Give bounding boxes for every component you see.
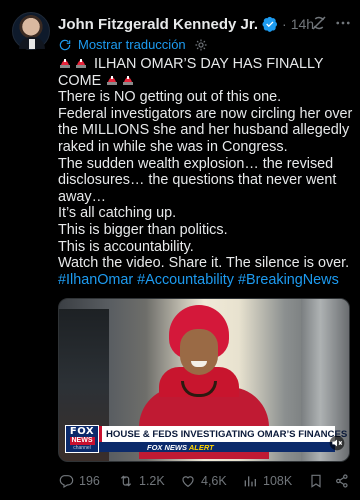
- post-header: John Fitzgerald Kennedy Jr. · 14h: [58, 14, 350, 34]
- post-text: ILHAN OMAR’S DAY HAS FINALLY COME There …: [58, 56, 353, 289]
- reply-button[interactable]: 196: [58, 473, 100, 489]
- alert-text: FOX NEWS ALERT: [147, 443, 214, 452]
- avatar[interactable]: [12, 12, 50, 50]
- subject-face: [180, 329, 218, 375]
- body-line: away…: [58, 188, 106, 205]
- post[interactable]: John Fitzgerald Kennedy Jr. · 14h Mostra…: [0, 0, 360, 500]
- body-line: Watch the video. Share it. The silence i…: [58, 255, 350, 272]
- translate-row[interactable]: Mostrar traducción: [58, 37, 208, 52]
- police-light-emoji: [60, 59, 70, 68]
- bookmark-icon: [311, 474, 321, 488]
- action-bar: 196 1.2K 4,6K 108K: [58, 472, 354, 490]
- body-line: raked in while she was in Congress.: [58, 138, 288, 155]
- fox-news-logo: FOX NEWS channel: [65, 425, 99, 453]
- chyron-headline-bar: HOUSE & FEDS INVESTIGATING OMAR’S FINANC…: [99, 426, 347, 442]
- news-chyron: FOX NEWS channel HOUSE & FEDS INVESTIGAT…: [59, 425, 349, 453]
- news-logo-text: NEWS: [69, 437, 95, 445]
- reply-count: 196: [79, 474, 100, 488]
- repost-count: 1.2K: [139, 474, 165, 488]
- author-name[interactable]: John Fitzgerald Kennedy Jr.: [58, 16, 258, 33]
- alert-bar: FOX NEWS ALERT: [99, 442, 335, 452]
- body-line: It’s all catching up.: [58, 205, 177, 222]
- verified-badge-icon: [262, 16, 278, 32]
- body-line: This is bigger than politics.: [58, 221, 228, 238]
- reply-icon: [59, 475, 74, 489]
- translate-icon: [59, 39, 71, 50]
- heart-icon: [182, 476, 194, 488]
- mute-icon[interactable]: [329, 435, 345, 451]
- headline-text-2: COME: [58, 72, 102, 89]
- retweet-icon: [120, 475, 132, 487]
- channel-logo-text: channel: [73, 445, 91, 451]
- share-button[interactable]: [334, 473, 350, 489]
- separator-dot: ·: [282, 16, 287, 32]
- body-line: This is accountability.: [58, 238, 194, 255]
- police-light-emoji: [123, 75, 134, 85]
- headline-line: ILHAN OMAR’S DAY HAS FINALLY: [58, 56, 350, 73]
- repost-button[interactable]: 1.2K: [118, 473, 165, 489]
- alert-prefix: FOX NEWS: [147, 442, 188, 452]
- grok-icon[interactable]: [310, 14, 328, 32]
- alert-word: ALERT: [188, 442, 214, 452]
- body-line: There is NO getting out of this one.: [58, 89, 282, 106]
- police-light-emoji: [76, 59, 86, 68]
- headline-line-2: COME: [58, 73, 350, 90]
- video-media[interactable]: FOX NEWS channel HOUSE & FEDS INVESTIGAT…: [58, 298, 350, 462]
- body-line: The sudden wealth explosion… the revised: [58, 155, 334, 172]
- chyron-headline: HOUSE & FEDS INVESTIGATING OMAR’S FINANC…: [106, 428, 348, 440]
- views-button[interactable]: 108K: [242, 473, 292, 489]
- body-line: the MILLIONS she and her husband alleged…: [58, 122, 350, 139]
- fox-logo-text: FOX: [69, 426, 95, 437]
- hashtags[interactable]: #IlhanOmar #Accountability #BreakingNews: [58, 272, 350, 289]
- settings-icon[interactable]: [194, 38, 208, 52]
- views-count: 108K: [263, 474, 293, 488]
- headline-text-1: ILHAN OMAR’S DAY HAS FINALLY: [94, 56, 324, 72]
- like-count: 4,6K: [201, 474, 227, 488]
- more-icon[interactable]: [334, 14, 352, 32]
- body-line: disclosures… the questions that never we…: [58, 172, 337, 189]
- share-icon: [336, 474, 348, 488]
- avatar-shirt: [29, 39, 35, 49]
- police-light-emoji: [107, 75, 118, 85]
- body-line: Federal investigators are now circling h…: [58, 105, 353, 122]
- translate-link[interactable]: Mostrar traducción: [78, 37, 186, 52]
- views-icon: [244, 476, 256, 487]
- bookmark-button[interactable]: [308, 473, 324, 489]
- like-button[interactable]: 4,6K: [180, 473, 227, 489]
